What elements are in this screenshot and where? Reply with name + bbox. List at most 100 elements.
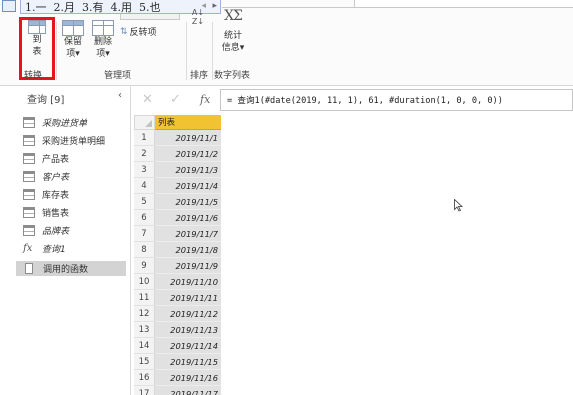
table-row[interactable]: 12 2019/11/12	[134, 306, 221, 322]
query-item[interactable]: 库存表	[16, 187, 126, 202]
table-row[interactable]: 15 2019/11/15	[134, 354, 221, 370]
table-cell[interactable]: 2019/11/6	[155, 210, 221, 226]
row-number[interactable]: 14	[134, 338, 155, 354]
table-icon	[23, 117, 35, 128]
table-cell[interactable]: 2019/11/16	[155, 370, 221, 386]
table-row[interactable]: 11 2019/11/11	[134, 290, 221, 306]
query-item[interactable]: 采购进货单	[16, 115, 126, 130]
query-item[interactable]: 产品表	[16, 151, 126, 166]
query-name: 采购进货单明细	[42, 137, 106, 147]
ribbon-partial-button[interactable]	[120, 14, 180, 20]
table-cell[interactable]: 2019/11/15	[155, 354, 221, 370]
table-row[interactable]: 6 2019/11/6	[134, 210, 221, 226]
ime-candidate[interactable]: 4.用	[111, 0, 133, 15]
table-cell[interactable]: 2019/11/3	[155, 162, 221, 178]
group-separator	[186, 22, 187, 80]
table-cell[interactable]: 2019/11/9	[155, 258, 221, 274]
query-item[interactable]: 销售表	[16, 205, 126, 220]
statistics-button[interactable]: XΣ 统计 信息▾	[218, 8, 248, 54]
row-number[interactable]: 10	[134, 274, 155, 290]
queries-title: 查询 [9]	[27, 94, 65, 106]
query-item[interactable]: 客户表	[16, 169, 126, 184]
row-number[interactable]: 9	[134, 258, 155, 274]
row-number[interactable]: 8	[134, 242, 155, 258]
sort-za-icon: Z↓	[191, 17, 205, 26]
sigma-icon: XΣ	[224, 8, 243, 24]
table-cell[interactable]: 2019/11/12	[155, 306, 221, 322]
table-row[interactable]: 14 2019/11/14	[134, 338, 221, 354]
row-number[interactable]: 15	[134, 354, 155, 370]
table-cell[interactable]: 2019/11/13	[155, 322, 221, 338]
row-number[interactable]: 1	[134, 130, 155, 146]
row-number[interactable]: 6	[134, 210, 155, 226]
query-name: 调用的函数	[43, 265, 89, 275]
sort-az-icon: A↓	[191, 8, 205, 17]
table-cell[interactable]: 2019/11/11	[155, 290, 221, 306]
table-icon	[23, 225, 35, 236]
row-number[interactable]: 11	[134, 290, 155, 306]
data-grid: 列表 1 2019/11/1 2 2019/11/2 3 2019/11/3 4 2019/1…	[134, 115, 224, 395]
group-separator	[56, 22, 57, 80]
table-icon	[23, 189, 35, 200]
chevron-right-icon[interactable]: ▸	[212, 1, 217, 11]
table-row[interactable]: 5 2019/11/5	[134, 194, 221, 210]
reverse-label: 反转项	[129, 28, 157, 38]
sort-button[interactable]: A↓ Z↓	[190, 8, 206, 26]
table-row[interactable]: 10 2019/11/10	[134, 274, 221, 290]
table-row[interactable]: 9 2019/11/9	[134, 258, 221, 274]
row-number[interactable]: 16	[134, 370, 155, 386]
reverse-items-button[interactable]: ⇅ 反转项	[120, 25, 157, 39]
mouse-cursor-icon	[454, 199, 463, 212]
row-number[interactable]: 13	[134, 322, 155, 338]
row-number[interactable]: 17	[134, 386, 155, 395]
row-number[interactable]: 5	[134, 194, 155, 210]
table-cell[interactable]: 2019/11/17	[155, 386, 221, 395]
table-cell[interactable]: 2019/11/4	[155, 178, 221, 194]
ime-candidate[interactable]: 3.有	[82, 0, 104, 15]
ime-candidate[interactable]: 2.月	[54, 0, 76, 15]
query-item[interactable]: 采购进货单明细	[16, 133, 126, 148]
table-icon	[23, 207, 35, 218]
column-header-list[interactable]: 列表	[155, 115, 221, 130]
row-number[interactable]: 12	[134, 306, 155, 322]
table-cell[interactable]: 2019/11/5	[155, 194, 221, 210]
stats-label-2: 信息▾	[221, 43, 245, 53]
ribbon: 1.一 2.月 3.有 4.用 5.也 ◂ ▸ 到 表 转换 保留 项▾ 删除 …	[0, 0, 573, 86]
table-row[interactable]: 4 2019/11/4	[134, 178, 221, 194]
fx-icon[interactable]: fx	[200, 93, 210, 106]
commit-icon[interactable]: ✓	[170, 92, 181, 107]
table-row[interactable]: 7 2019/11/7	[134, 226, 221, 242]
table-cell[interactable]: 2019/11/2	[155, 146, 221, 162]
table-row[interactable]: 17 2019/11/17	[134, 386, 221, 395]
query-item[interactable]: 品牌表	[16, 223, 126, 238]
keep-label-2: 项▾	[66, 49, 80, 59]
ime-candidate[interactable]: 5.也	[139, 0, 161, 15]
ime-candidate[interactable]: 1.一	[25, 0, 47, 15]
table-cell[interactable]: 2019/11/14	[155, 338, 221, 354]
table-row[interactable]: 3 2019/11/3	[134, 162, 221, 178]
remove-label-1: 删除	[93, 37, 112, 47]
table-row[interactable]: 1 2019/11/1	[134, 130, 221, 146]
table-row[interactable]: 8 2019/11/8	[134, 242, 221, 258]
keep-items-button[interactable]: 保留 项▾	[60, 20, 86, 60]
table-cell[interactable]: 2019/11/10	[155, 274, 221, 290]
remove-items-button[interactable]: 删除 项▾	[90, 20, 116, 60]
query-item[interactable]: fx 查询1	[16, 241, 126, 256]
formula-input[interactable]: = 查询1(#date(2019, 11, 1), 61, #duration(…	[220, 89, 573, 111]
group-label-sort: 排序	[190, 71, 209, 81]
row-number[interactable]: 4	[134, 178, 155, 194]
row-number[interactable]: 3	[134, 162, 155, 178]
row-number[interactable]: 2	[134, 146, 155, 162]
table-cell[interactable]: 2019/11/8	[155, 242, 221, 258]
collapse-chevron-icon[interactable]: ‹	[118, 90, 122, 101]
grid-corner[interactable]	[134, 115, 155, 130]
app-icon	[2, 0, 16, 12]
table-row[interactable]: 13 2019/11/13	[134, 322, 221, 338]
table-cell[interactable]: 2019/11/7	[155, 226, 221, 242]
table-row[interactable]: 2 2019/11/2	[134, 146, 221, 162]
query-item[interactable]: 调用的函数	[16, 261, 126, 276]
row-number[interactable]: 7	[134, 226, 155, 242]
cancel-icon[interactable]: ✕	[142, 92, 153, 107]
table-row[interactable]: 16 2019/11/16	[134, 370, 221, 386]
table-cell[interactable]: 2019/11/1	[155, 130, 221, 146]
